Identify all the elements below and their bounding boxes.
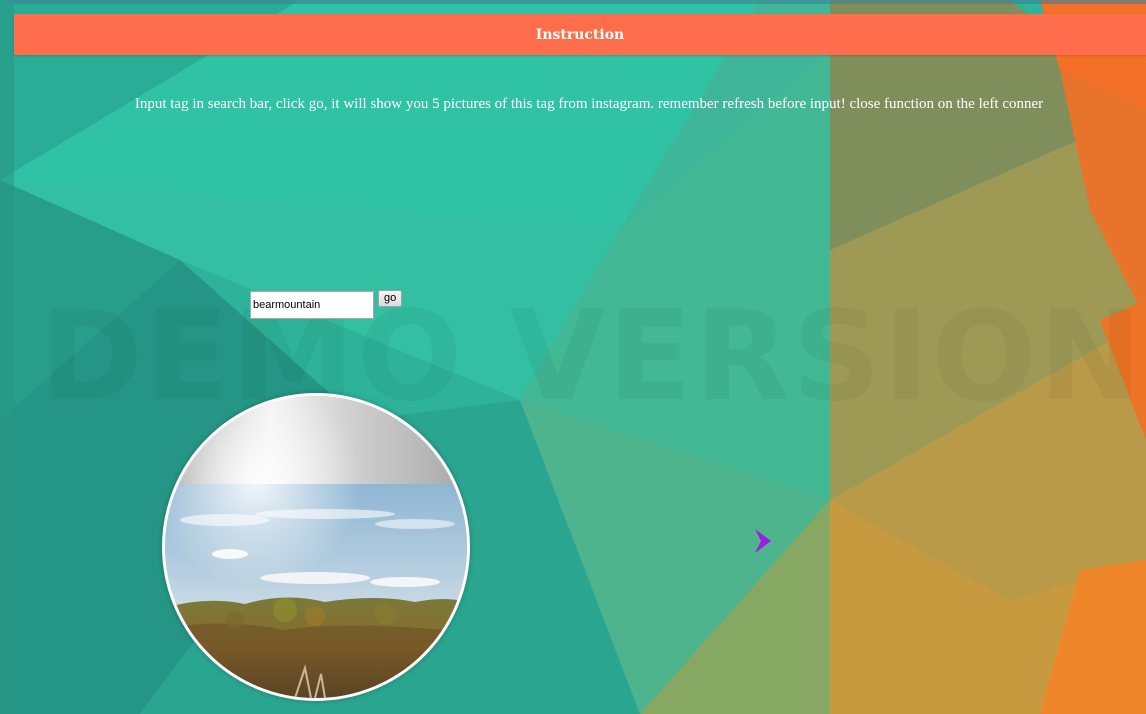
chevron-right-icon[interactable] (752, 528, 772, 554)
mountain-photo-image (165, 396, 467, 698)
tag-search-input[interactable] (250, 291, 374, 319)
instagram-photo (162, 393, 470, 701)
search-bar: go (250, 289, 403, 319)
header-title: Instruction (535, 26, 625, 43)
instruction-header: Instruction (14, 14, 1146, 55)
instruction-text: Input tag in search bar, click go, it wi… (134, 96, 1044, 112)
go-button[interactable]: go (378, 289, 403, 307)
demo-watermark: DEMO VERSION (40, 292, 1146, 422)
